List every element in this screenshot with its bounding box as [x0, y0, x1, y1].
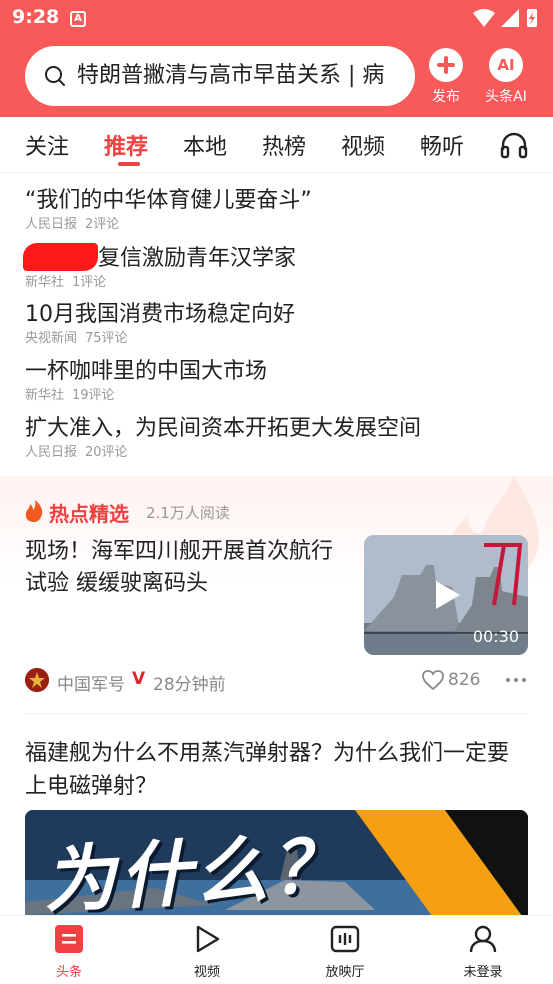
theater-icon	[330, 925, 360, 953]
search-bar[interactable]: 特朗普撇清与高市早苗关系 | 病	[25, 46, 415, 106]
headline-meta: 新华社 19评论	[25, 387, 535, 405]
nav-headlines[interactable]: 头条	[24, 924, 114, 980]
nav-theater[interactable]: 放映厅	[300, 924, 390, 980]
bottom-navigation: 头条 视频 放映厅 未登录	[0, 915, 553, 984]
nav-label: 未登录	[463, 965, 503, 980]
author-name[interactable]: 中国军号	[57, 670, 125, 695]
tab-hot-list[interactable]: 热榜	[262, 129, 306, 161]
headline-comments: 20评论	[85, 445, 128, 460]
verified-badge: V	[132, 669, 146, 689]
headline-title[interactable]: 复信激励青年汉学家	[23, 243, 535, 274]
redaction-mark	[23, 243, 98, 271]
status-icons	[473, 9, 537, 27]
star-emblem-icon	[25, 668, 49, 692]
headline-comments: 75评论	[85, 331, 128, 346]
headline-comments: 1评论	[72, 275, 107, 290]
publish-time: 28分钟前	[153, 675, 226, 695]
search-query[interactable]: 特朗普撇清与高市早苗关系 | 病	[77, 61, 411, 91]
signal-icon	[501, 9, 519, 27]
headline-source: 新华社	[25, 275, 65, 290]
app-notification-icon: A	[70, 11, 86, 27]
ai-label: 头条AI	[485, 89, 527, 105]
headline-comments: 2评论	[85, 217, 120, 232]
list-item[interactable]: “我们的中华体育健儿要奋斗” 人民日报 2评论	[25, 186, 535, 234]
read-count: 2.1万人阅读	[146, 504, 230, 522]
list-item[interactable]: 10月我国消费市场稳定向好 央视新闻 75评论	[25, 300, 535, 348]
search-icon	[45, 66, 65, 86]
nav-label: 放映厅	[325, 965, 365, 980]
avatar[interactable]	[25, 668, 49, 692]
headline-source: 新华社	[25, 388, 65, 403]
active-tab-indicator	[118, 162, 140, 166]
video-thumbnail[interactable]: 00:30	[364, 535, 528, 655]
headline-comments: 19评论	[72, 388, 115, 403]
tab-listen[interactable]: 畅听	[420, 129, 464, 161]
article-image[interactable]: 为什么？	[25, 810, 528, 920]
list-item[interactable]: 扩大准入，为民间资本开拓更大发展空间 人民日报 20评论	[25, 414, 535, 462]
hot-pick-label: 热点精选	[49, 502, 129, 526]
headline-title[interactable]: “我们的中华体育健儿要奋斗”	[25, 186, 535, 216]
play-icon	[196, 925, 220, 953]
nav-video[interactable]: 视频	[162, 924, 252, 980]
heart-icon[interactable]	[421, 669, 445, 691]
hot-pick-footer: 中国军号 V 28分钟前 826	[25, 668, 528, 695]
top-header: 9:28 A 特朗普撇清与高市早苗关系 | 病 发布 AI 头条AI	[0, 0, 553, 117]
image-headline-text: 为什么？	[41, 823, 350, 920]
channel-tabs: 关注 推荐 本地 热榜 视频 畅听	[0, 117, 553, 173]
headline-meta: 人民日报 20评论	[25, 444, 535, 462]
tab-video[interactable]: 视频	[341, 129, 385, 161]
list-item[interactable]: 复信激励青年汉学家 新华社 1评论	[23, 243, 535, 292]
headline-title[interactable]: 扩大准入，为民间资本开拓更大发展空间	[25, 414, 535, 444]
headline-source: 人民日报	[25, 445, 78, 460]
status-bar: 9:28 A	[0, 0, 553, 38]
tab-follow[interactable]: 关注	[25, 129, 69, 161]
headline-meta: 人民日报 2评论	[25, 216, 535, 234]
video-duration: 00:30	[472, 627, 519, 646]
headline-meta: 新华社 1评论	[25, 274, 535, 292]
user-icon	[469, 925, 497, 953]
publish-label: 发布	[432, 89, 460, 105]
headline-source: 人民日报	[25, 217, 78, 232]
ai-icon: AI	[489, 48, 523, 82]
news-icon	[55, 925, 83, 953]
headphones-icon[interactable]	[499, 130, 529, 160]
more-icon[interactable]	[505, 670, 527, 690]
status-time: 9:28	[12, 6, 60, 28]
flame-icon	[25, 500, 43, 522]
nav-label: 视频	[193, 965, 220, 980]
hot-pick-title[interactable]: 现场！海军四川舰开展首次航行试验 缓缓驶离码头	[25, 536, 350, 600]
nav-label: 头条	[55, 965, 82, 980]
divider	[25, 713, 528, 714]
headline-title[interactable]: 一杯咖啡里的中国大市场	[25, 357, 535, 387]
play-icon[interactable]	[430, 579, 462, 611]
wifi-icon	[473, 9, 495, 27]
like-count: 826	[448, 670, 481, 690]
headline-meta: 央视新闻 75评论	[25, 330, 535, 348]
tab-recommend[interactable]: 推荐	[104, 129, 148, 161]
article-title[interactable]: 福建舰为什么不用蒸汽弹射器？为什么我们一定要上电磁弹射？	[25, 737, 530, 803]
headline-source: 央视新闻	[25, 331, 78, 346]
nav-profile[interactable]: 未登录	[438, 924, 528, 980]
publish-button[interactable]: 发布	[418, 48, 474, 108]
hot-pick-card[interactable]: 热点精选 2.1万人阅读 现场！海军四川舰开展首次航行试验 缓缓驶离码头 00:…	[0, 476, 553, 714]
plus-icon	[429, 48, 463, 82]
tab-local[interactable]: 本地	[183, 129, 227, 161]
list-item[interactable]: 一杯咖啡里的中国大市场 新华社 19评论	[25, 357, 535, 405]
headline-title[interactable]: 10月我国消费市场稳定向好	[25, 300, 535, 330]
toutiao-ai-button[interactable]: AI 头条AI	[478, 48, 534, 108]
